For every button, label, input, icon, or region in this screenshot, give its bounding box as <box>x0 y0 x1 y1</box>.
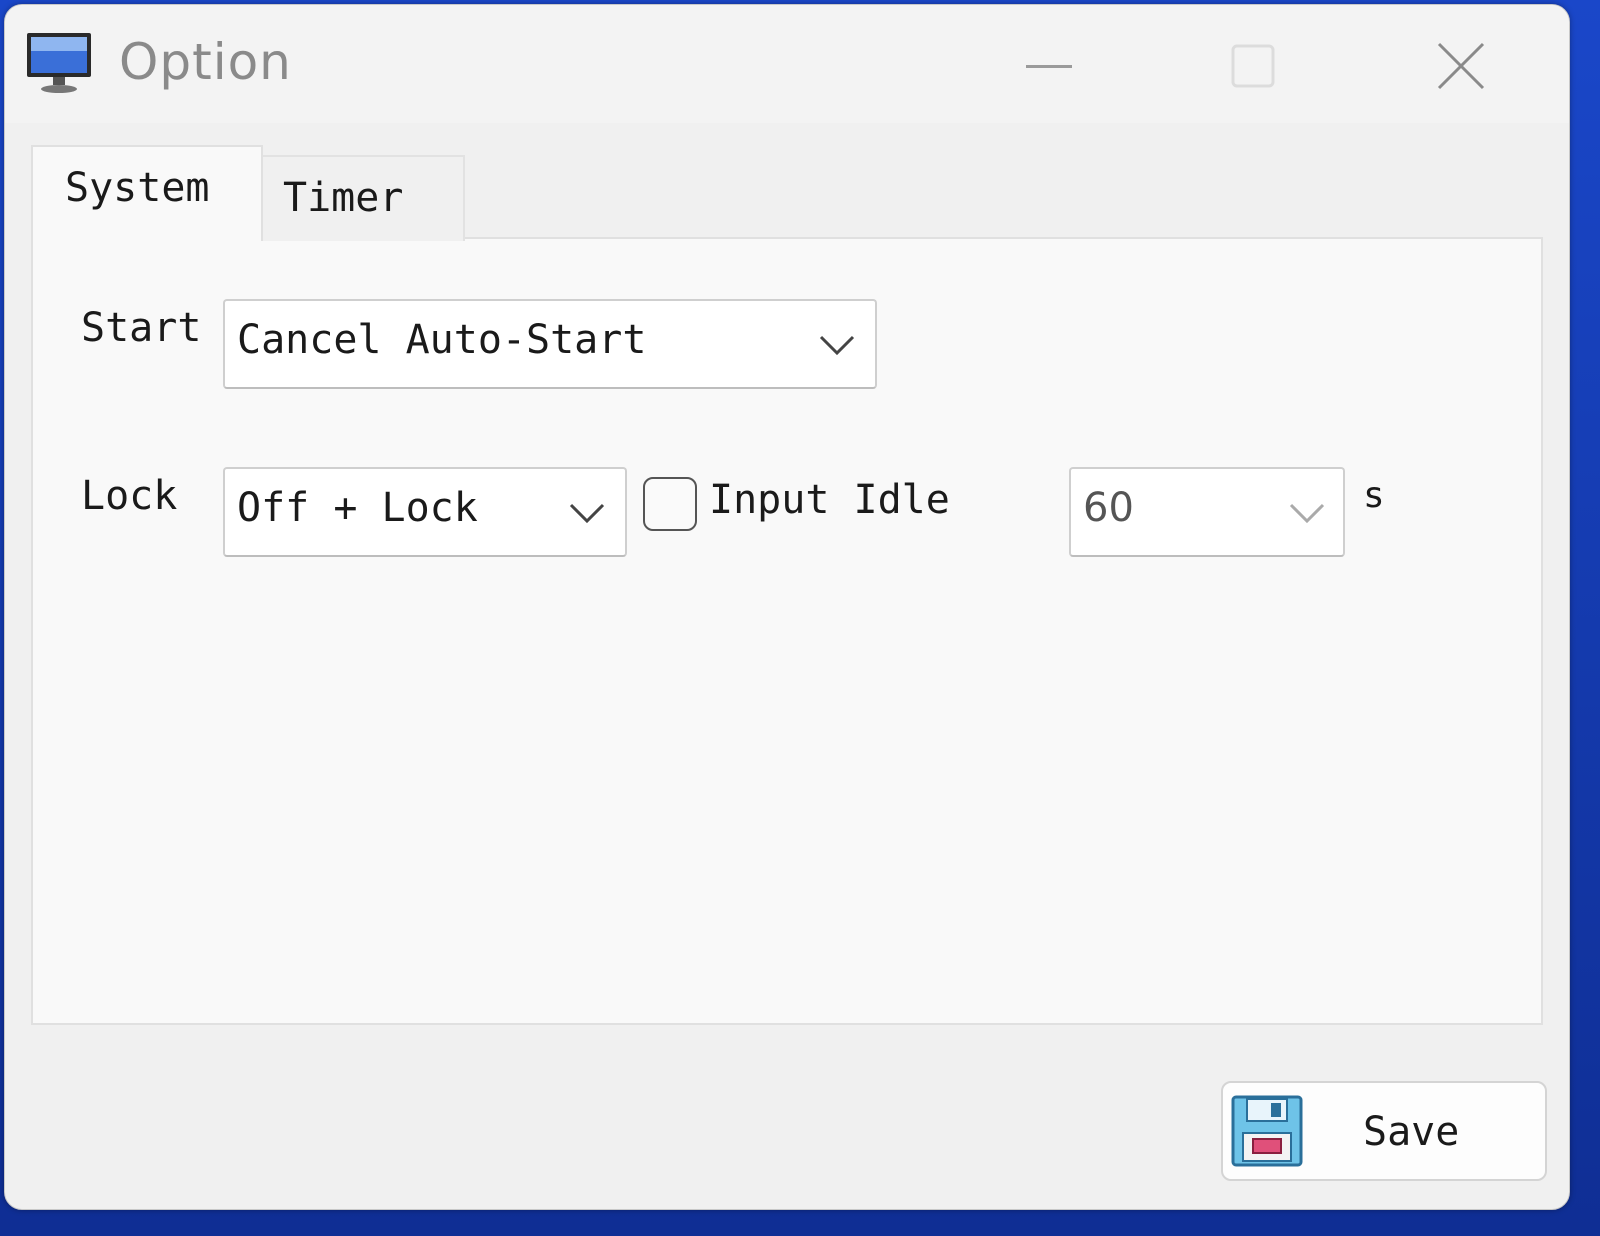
idle-seconds-value: 60 <box>1083 485 1134 531</box>
close-button[interactable] <box>1413 23 1509 109</box>
save-button[interactable]: Save <box>1221 1081 1547 1181</box>
floppy-disk-icon <box>1231 1095 1303 1167</box>
idle-unit-label: s <box>1363 475 1385 516</box>
lock-dropdown[interactable]: Off + Lock <box>223 467 627 557</box>
lock-dropdown-value: Off + Lock <box>237 485 478 531</box>
tab-system[interactable]: System <box>31 145 263 241</box>
lock-label: Lock <box>81 473 178 519</box>
close-icon <box>1437 42 1485 90</box>
option-window: Option System Timer Start Cancel Auto-St… <box>4 4 1570 1210</box>
input-idle-checkbox[interactable] <box>643 477 697 531</box>
start-dropdown-value: Cancel Auto-Start <box>237 317 647 363</box>
save-button-label: Save <box>1363 1109 1460 1155</box>
chevron-down-icon <box>569 503 605 524</box>
minimize-icon <box>1026 65 1072 68</box>
input-idle-label[interactable]: Input Idle <box>709 477 950 523</box>
window-title: Option <box>119 33 292 91</box>
idle-seconds-dropdown[interactable]: 60 <box>1069 467 1345 557</box>
start-dropdown[interactable]: Cancel Auto-Start <box>223 299 877 389</box>
title-bar[interactable]: Option <box>5 5 1569 123</box>
chevron-down-icon <box>1289 503 1325 524</box>
monitor-icon <box>27 33 91 93</box>
tab-timer[interactable]: Timer <box>261 155 465 241</box>
maximize-icon <box>1231 44 1275 88</box>
maximize-button[interactable] <box>1205 23 1301 109</box>
minimize-button[interactable] <box>1001 23 1097 109</box>
chevron-down-icon <box>819 335 855 356</box>
start-label: Start <box>81 305 202 351</box>
